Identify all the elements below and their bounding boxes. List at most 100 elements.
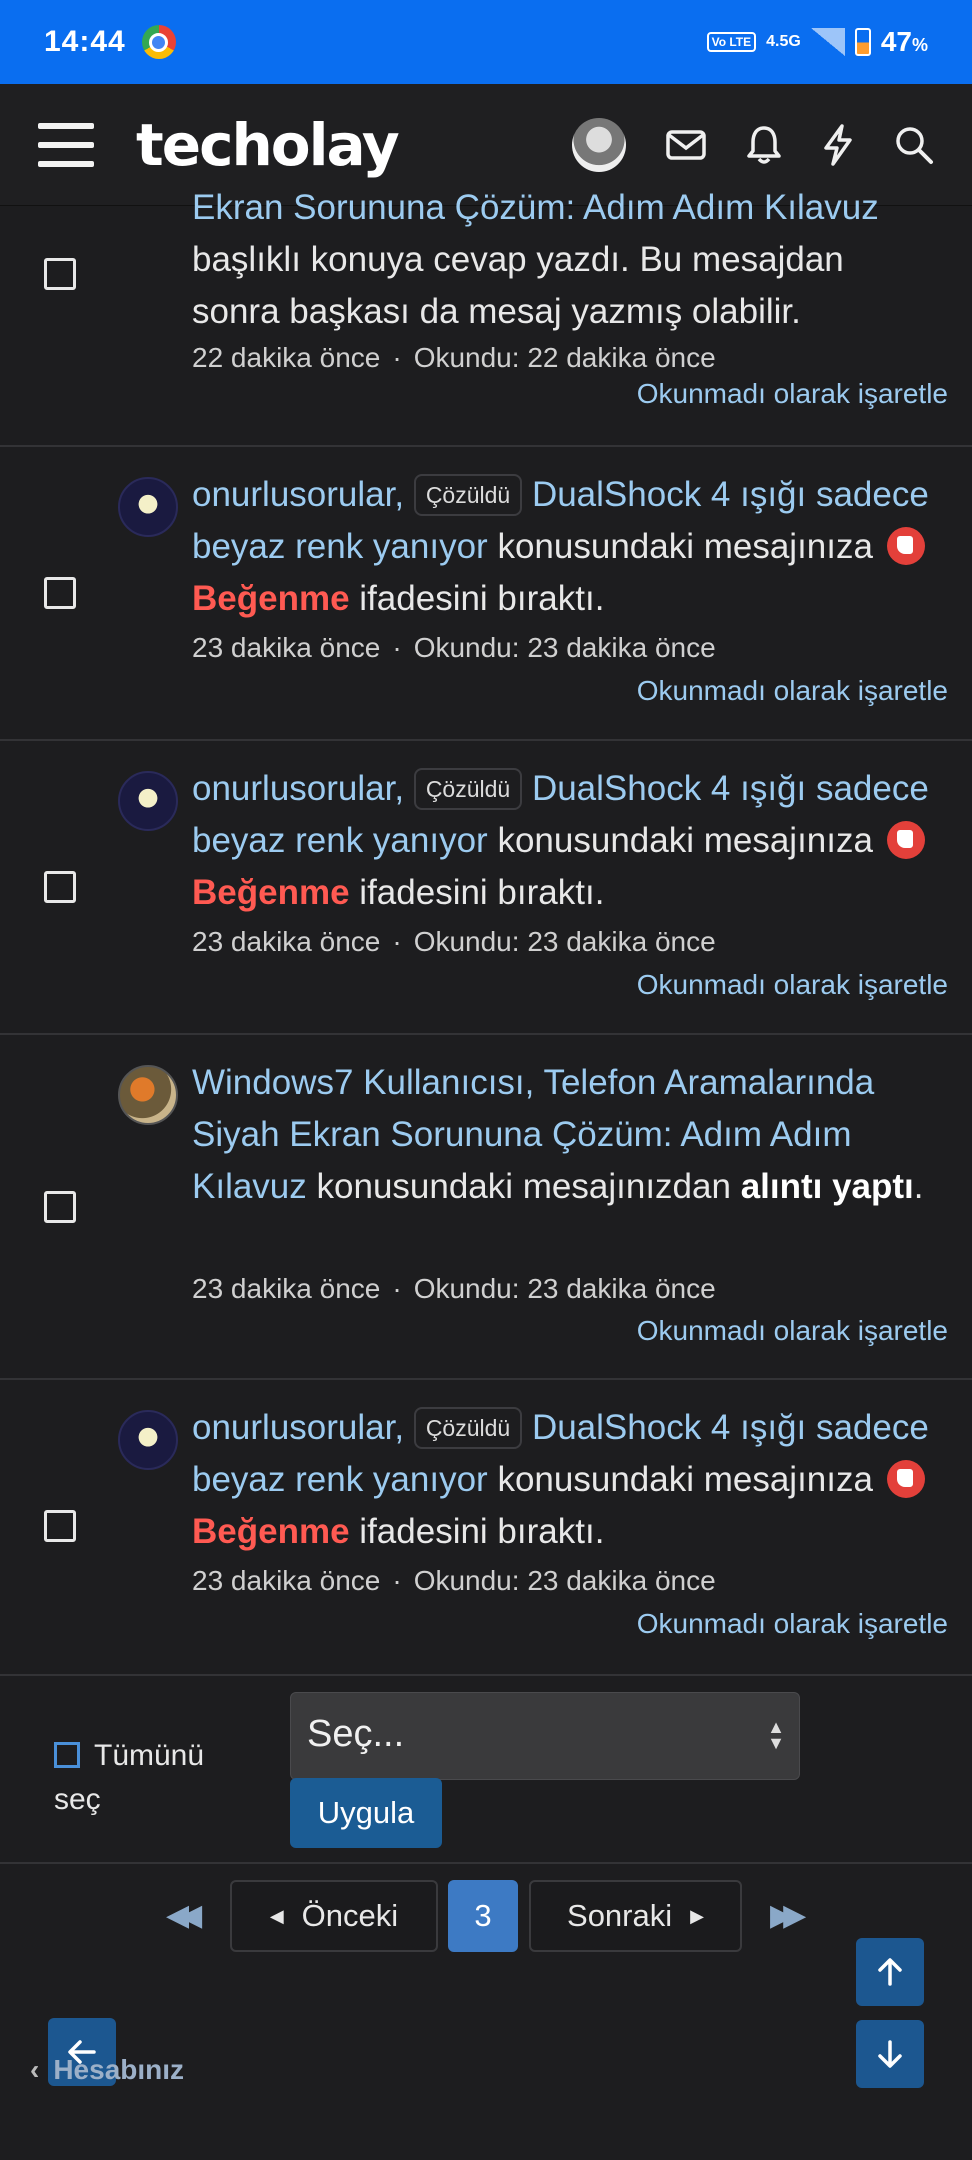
scroll-bottom-button[interactable] bbox=[856, 2020, 924, 2088]
notification-text: Ekran Sorununa Çözüm: Adım Adım Kılavuz … bbox=[192, 182, 932, 338]
scroll-top-button[interactable] bbox=[856, 1938, 924, 2006]
avatar[interactable] bbox=[118, 771, 178, 831]
time: 23 dakika önce bbox=[192, 926, 381, 957]
status-badge: Çözüldü bbox=[413, 1407, 523, 1449]
battery-percent: 47% bbox=[880, 26, 928, 57]
notification-checkbox[interactable] bbox=[44, 1510, 76, 1542]
list-item: Ekran Sorununa Çözüm: Adım Adım Kılavuz … bbox=[0, 188, 972, 447]
user-link[interactable]: onurlusorular, bbox=[192, 475, 404, 514]
notification-message-end: ifadesini bıraktı. bbox=[359, 579, 605, 618]
envelope-icon[interactable] bbox=[666, 129, 706, 161]
status-bar: 14:44 Vo LTE 4.5G 47% bbox=[0, 0, 972, 84]
list-item: onurlusorular, Çözüldü DualShock 4 ışığı… bbox=[0, 1380, 972, 1676]
notification-list: Ekran Sorununa Çözüm: Adım Adım Kılavuz … bbox=[0, 188, 972, 1676]
reaction-name: Beğenme bbox=[192, 873, 350, 912]
read-time: Okundu: 23 dakika önce bbox=[413, 1565, 716, 1596]
reaction-name: Beğenme bbox=[192, 1512, 350, 1551]
mark-unread-link[interactable]: Okunmadı olarak işaretle bbox=[637, 1608, 948, 1640]
avatar[interactable] bbox=[118, 1065, 178, 1125]
notification-text: onurlusorular, Çözüldü DualShock 4 ışığı… bbox=[192, 763, 952, 919]
last-page-icon[interactable]: ▶▶ bbox=[770, 1898, 806, 1933]
notification-text: Windows7 Kullanıcısı, Telefon Aramaların… bbox=[192, 1057, 952, 1213]
chrome-icon bbox=[141, 25, 176, 59]
notification-checkbox[interactable] bbox=[44, 577, 76, 609]
prev-page-button[interactable]: ◀ Önceki bbox=[230, 1880, 438, 1952]
list-item: onurlusorular, Çözüldü DualShock 4 ışığı… bbox=[0, 741, 972, 1035]
avatar[interactable] bbox=[118, 1410, 178, 1470]
account-label: Hesabınız bbox=[53, 2054, 185, 2085]
status-badge: Çözüldü bbox=[413, 474, 523, 516]
notification-meta: 23 dakika önce · Okundu: 23 dakika önce bbox=[192, 1565, 716, 1596]
read-time: Okundu: 23 dakika önce bbox=[413, 632, 716, 663]
checkbox-icon[interactable] bbox=[54, 1742, 80, 1768]
time: 23 dakika önce bbox=[192, 632, 381, 663]
notification-meta: 23 dakika önce · Okundu: 23 dakika önce bbox=[192, 926, 716, 957]
battery-icon bbox=[854, 28, 871, 56]
notification-message: konusundaki mesajınızdan bbox=[316, 1167, 731, 1206]
notification-message: konusundaki mesajınıza bbox=[497, 821, 873, 860]
account-link[interactable]: ‹ Hesabınız bbox=[30, 2054, 184, 2086]
reaction-name: Beğenme bbox=[192, 579, 350, 618]
chevron-right-icon: ▶ bbox=[690, 1905, 704, 1926]
notification-checkbox[interactable] bbox=[44, 871, 76, 903]
apply-button[interactable]: Uygula bbox=[290, 1778, 442, 1848]
user-link[interactable]: onurlusorular, bbox=[192, 1408, 404, 1447]
notification-meta: 23 dakika önce · Okundu: 23 dakika önce bbox=[192, 632, 716, 663]
mark-unread-link[interactable]: Okunmadı olarak işaretle bbox=[637, 675, 948, 707]
user-link[interactable]: onurlusorular, bbox=[192, 769, 404, 808]
status-badge: Çözüldü bbox=[413, 768, 523, 810]
signal-icon bbox=[810, 28, 845, 56]
notification-checkbox[interactable] bbox=[44, 258, 76, 290]
next-page-button[interactable]: Sonraki ▶ bbox=[529, 1880, 742, 1952]
select-value: Seç... bbox=[307, 1713, 405, 1755]
status-icons: Vo LTE 4.5G 47% bbox=[706, 26, 928, 58]
time: 23 dakika önce bbox=[192, 1273, 381, 1304]
notification-checkbox[interactable] bbox=[44, 1191, 76, 1223]
prev-label: Önceki bbox=[301, 1898, 399, 1933]
search-icon[interactable] bbox=[894, 125, 934, 165]
time: 23 dakika önce bbox=[192, 1565, 381, 1596]
user-link[interactable]: Windows7 Kullanıcısı, bbox=[192, 1063, 534, 1102]
thumbs-down-icon bbox=[886, 527, 925, 565]
notification-text: onurlusorular, Çözüldü DualShock 4 ışığı… bbox=[192, 469, 952, 625]
thread-link[interactable]: Ekran Sorununa Çözüm: Adım Adım Kılavuz bbox=[192, 188, 879, 227]
notification-meta: 23 dakika önce · Okundu: 23 dakika önce bbox=[192, 1273, 716, 1304]
site-logo[interactable]: techolay bbox=[136, 111, 400, 179]
notification-message: başlıklı konuya cevap yazdı. Bu mesajdan… bbox=[192, 240, 844, 331]
select-arrows-icon: ▲ ▼ bbox=[767, 1717, 785, 1753]
bell-icon[interactable] bbox=[746, 125, 782, 165]
arrow-up-icon bbox=[878, 1958, 902, 1986]
time: 22 dakika önce bbox=[192, 342, 381, 373]
next-label: Sonraki bbox=[567, 1898, 673, 1933]
notification-message: konusundaki mesajınıza bbox=[497, 1460, 873, 1499]
chevron-left-icon: ‹ bbox=[30, 2054, 40, 2085]
current-page[interactable]: 3 bbox=[448, 1880, 518, 1952]
thumbs-down-icon bbox=[886, 1460, 925, 1498]
action-text: alıntı yaptı bbox=[740, 1167, 914, 1206]
action-select[interactable]: Seç... ▲ ▼ bbox=[290, 1692, 800, 1780]
avatar[interactable] bbox=[118, 477, 178, 537]
notification-text: onurlusorular, Çözüldü DualShock 4 ışığı… bbox=[192, 1402, 952, 1558]
mark-unread-link[interactable]: Okunmadı olarak işaretle bbox=[637, 378, 948, 410]
read-time: Okundu: 22 dakika önce bbox=[413, 342, 716, 373]
read-time: Okundu: 23 dakika önce bbox=[413, 926, 716, 957]
arrow-down-icon bbox=[878, 2040, 902, 2068]
first-page-icon[interactable]: ◀◀ bbox=[166, 1898, 202, 1933]
mark-unread-link[interactable]: Okunmadı olarak işaretle bbox=[637, 969, 948, 1001]
notification-message: konusundaki mesajınıza bbox=[497, 527, 873, 566]
menu-icon[interactable] bbox=[38, 122, 94, 167]
read-time: Okundu: 23 dakika önce bbox=[413, 1273, 716, 1304]
list-item: onurlusorular, Çözüldü DualShock 4 ışığı… bbox=[0, 447, 972, 741]
network-type: 4.5G bbox=[766, 33, 801, 50]
volte-icon: Vo LTE bbox=[706, 32, 757, 52]
notification-message-end: ifadesini bıraktı. bbox=[359, 1512, 605, 1551]
bolt-icon[interactable] bbox=[822, 123, 854, 166]
notification-message-end: . bbox=[913, 1167, 924, 1206]
notification-message-end: ifadesini bıraktı. bbox=[359, 873, 605, 912]
user-avatar[interactable] bbox=[572, 117, 626, 172]
pagination: ◀◀ ◀ Önceki 3 Sonraki ▶ ▶▶ bbox=[0, 1880, 972, 1954]
notification-meta: 22 dakika önce · Okundu: 22 dakika önce bbox=[192, 342, 716, 373]
chevron-left-icon: ◀ bbox=[269, 1905, 284, 1926]
select-all-checkbox[interactable]: Tümünü seç bbox=[54, 1734, 254, 1822]
mark-unread-link[interactable]: Okunmadı olarak işaretle bbox=[637, 1315, 948, 1347]
